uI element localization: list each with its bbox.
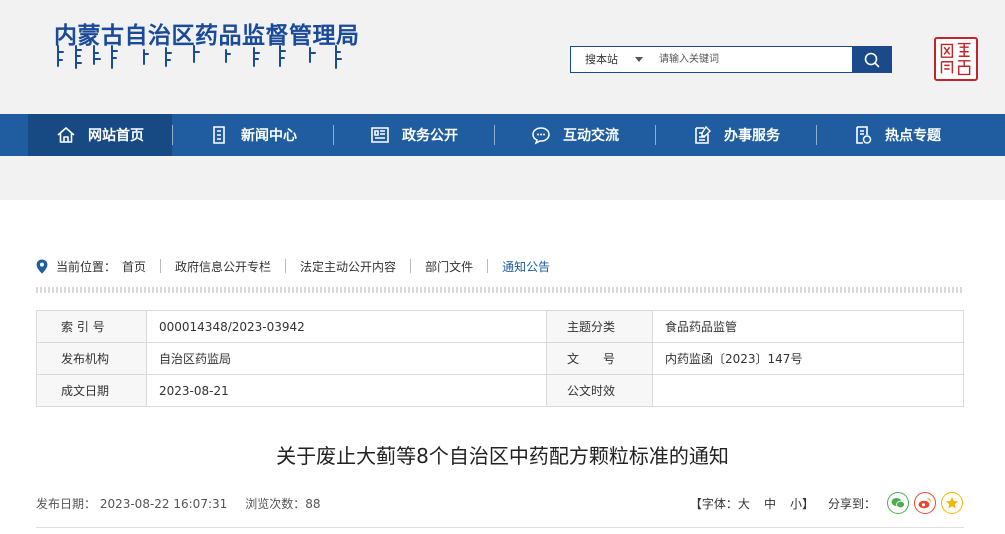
nav-item-home[interactable]: 网站首页 bbox=[28, 114, 172, 156]
validity-value bbox=[652, 374, 964, 407]
site-header: 内蒙古自治区药品监督管理局 搜本站 bbox=[0, 0, 1005, 114]
breadcrumb-divider bbox=[285, 259, 287, 273]
mongolian-script-logo bbox=[57, 45, 342, 69]
search-box: 搜本站 bbox=[570, 46, 892, 73]
nav-item-interaction[interactable]: 互动交流 bbox=[495, 114, 655, 156]
index-label: 索 引 号 bbox=[36, 310, 147, 343]
breadcrumb-dept-docs[interactable]: 部门文件 bbox=[425, 258, 473, 275]
search-input[interactable] bbox=[653, 47, 853, 72]
service-icon bbox=[695, 125, 711, 144]
chevron-down-icon[interactable] bbox=[635, 57, 643, 62]
nav-item-label: 热点专题 bbox=[885, 128, 941, 144]
breadcrumb-divider bbox=[410, 259, 412, 273]
nav-item-gov-affairs[interactable]: 政务公开 bbox=[334, 114, 494, 156]
date-label: 成文日期 bbox=[36, 374, 147, 407]
breadcrumb-divider bbox=[160, 259, 162, 273]
location-pin-icon bbox=[36, 259, 48, 273]
publisher-value: 自治区药监局 bbox=[146, 342, 547, 375]
chat-icon bbox=[532, 127, 550, 145]
share-weibo-button[interactable] bbox=[914, 492, 936, 514]
date-value: 2023-08-21 bbox=[146, 374, 547, 407]
nav-item-label: 网站首页 bbox=[88, 128, 144, 144]
table-row: 索 引 号 000014348/2023-03942 主题分类 食品药品监管 bbox=[36, 310, 964, 343]
breadcrumb-divider bbox=[487, 259, 489, 273]
dotted-divider bbox=[36, 287, 964, 293]
nav-item-topics[interactable]: 热点专题 bbox=[817, 114, 977, 156]
nav-item-service[interactable]: 办事服务 bbox=[656, 114, 816, 156]
share-wechat-button[interactable] bbox=[887, 492, 909, 514]
search-button[interactable] bbox=[852, 47, 891, 72]
breadcrumb-home[interactable]: 首页 bbox=[122, 258, 146, 275]
divider bbox=[36, 527, 964, 528]
gov-affairs-icon bbox=[371, 127, 389, 143]
breadcrumb-gov-info[interactable]: 政府信息公开专栏 bbox=[175, 258, 271, 275]
topic-value: 食品药品监管 bbox=[652, 310, 964, 343]
nav-item-label: 政务公开 bbox=[402, 128, 458, 144]
search-scope-label: 搜本站 bbox=[585, 53, 618, 66]
breadcrumb-prefix: 当前位置： bbox=[56, 259, 117, 274]
news-icon bbox=[213, 126, 225, 144]
nav-item-label: 互动交流 bbox=[563, 128, 619, 144]
font-size-large-button[interactable]: 大 bbox=[738, 495, 750, 512]
font-size-suffix: 】 bbox=[801, 496, 814, 511]
font-size-small-button[interactable]: 小 bbox=[790, 495, 802, 512]
nav-item-label: 新闻中心 bbox=[241, 128, 297, 144]
article-tools: 【字体： 大 中 小 】 分享到： bbox=[690, 492, 963, 514]
main-nav: 网站首页 新闻中心 政务公开 互动交流 办事服务 热点专题 bbox=[0, 114, 1005, 156]
publish-date: 发布日期： 2023-08-22 16:07:31 bbox=[36, 497, 228, 511]
font-size-medium-button[interactable]: 中 bbox=[764, 495, 776, 512]
view-count: 浏览次数：88 bbox=[245, 497, 321, 511]
article-title: 关于废止大蓟等8个自治区中药配方颗粒标准的通知 bbox=[276, 444, 729, 468]
document-info-table: 索 引 号 000014348/2023-03942 主题分类 食品药品监管 发… bbox=[36, 310, 964, 407]
share-label: 分享到： bbox=[827, 496, 876, 511]
article-meta: 发布日期： 2023-08-22 16:07:31 浏览次数：88 bbox=[36, 495, 321, 512]
nav-item-news[interactable]: 新闻中心 bbox=[173, 114, 333, 156]
nav-item-label: 办事服务 bbox=[724, 128, 780, 144]
publisher-label: 发布机构 bbox=[36, 342, 147, 375]
breadcrumb-active-disclosure[interactable]: 法定主动公开内容 bbox=[300, 258, 396, 275]
seal-logo bbox=[934, 37, 978, 81]
table-row: 发布机构 自治区药监局 文 号 内药监函〔2023〕147号 bbox=[36, 342, 964, 375]
font-size-prefix: 【字体： bbox=[689, 496, 738, 511]
weibo-icon bbox=[918, 497, 932, 509]
home-icon bbox=[57, 127, 75, 143]
validity-label: 公文时效 bbox=[546, 374, 653, 407]
table-row: 成文日期 2023-08-21 公文时效 bbox=[36, 374, 964, 407]
wechat-icon bbox=[891, 498, 905, 509]
breadcrumb: 当前位置： 首页 政府信息公开专栏 法定主动公开内容 部门文件 通知公告 bbox=[36, 257, 550, 275]
breadcrumb-notices[interactable]: 通知公告 bbox=[502, 258, 550, 275]
doc-number-label: 文 号 bbox=[546, 342, 653, 375]
doc-number-value: 内药监函〔2023〕147号 bbox=[652, 342, 964, 375]
topic-icon bbox=[856, 126, 872, 144]
search-icon bbox=[864, 52, 879, 67]
index-value: 000014348/2023-03942 bbox=[146, 310, 547, 343]
qzone-star-icon bbox=[946, 497, 958, 509]
topic-label: 主题分类 bbox=[546, 310, 653, 343]
share-qzone-button[interactable] bbox=[941, 492, 963, 514]
banner-strip bbox=[0, 156, 1005, 200]
